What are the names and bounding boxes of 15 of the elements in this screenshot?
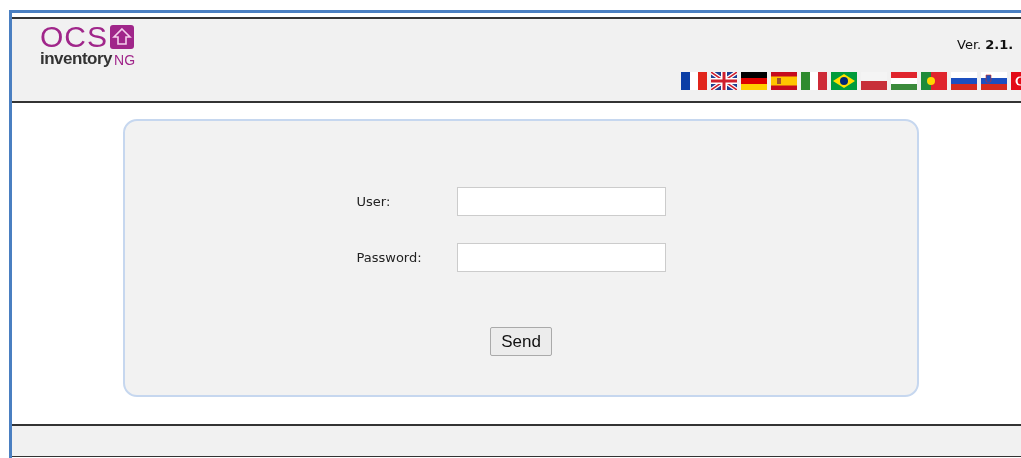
field-label: User: — [356, 192, 392, 211]
input-field[interactable] — [456, 187, 666, 216]
field-label: Password: — [356, 248, 423, 267]
flag-icon[interactable] — [711, 71, 737, 90]
logo-text: OCS — [40, 24, 108, 50]
flag-icon[interactable] — [951, 71, 977, 90]
flag-icon[interactable] — [681, 71, 707, 90]
logo-text: inventory — [40, 50, 113, 67]
send-button[interactable]: Send — [490, 327, 552, 356]
flag-icon[interactable] — [981, 71, 1007, 90]
flag-icon[interactable] — [741, 71, 767, 90]
logo-text: NG — [114, 53, 136, 67]
flag-icon[interactable] — [831, 71, 857, 90]
version-text: Ver. 2.1. — [957, 36, 1014, 54]
input-field[interactable] — [456, 243, 666, 272]
